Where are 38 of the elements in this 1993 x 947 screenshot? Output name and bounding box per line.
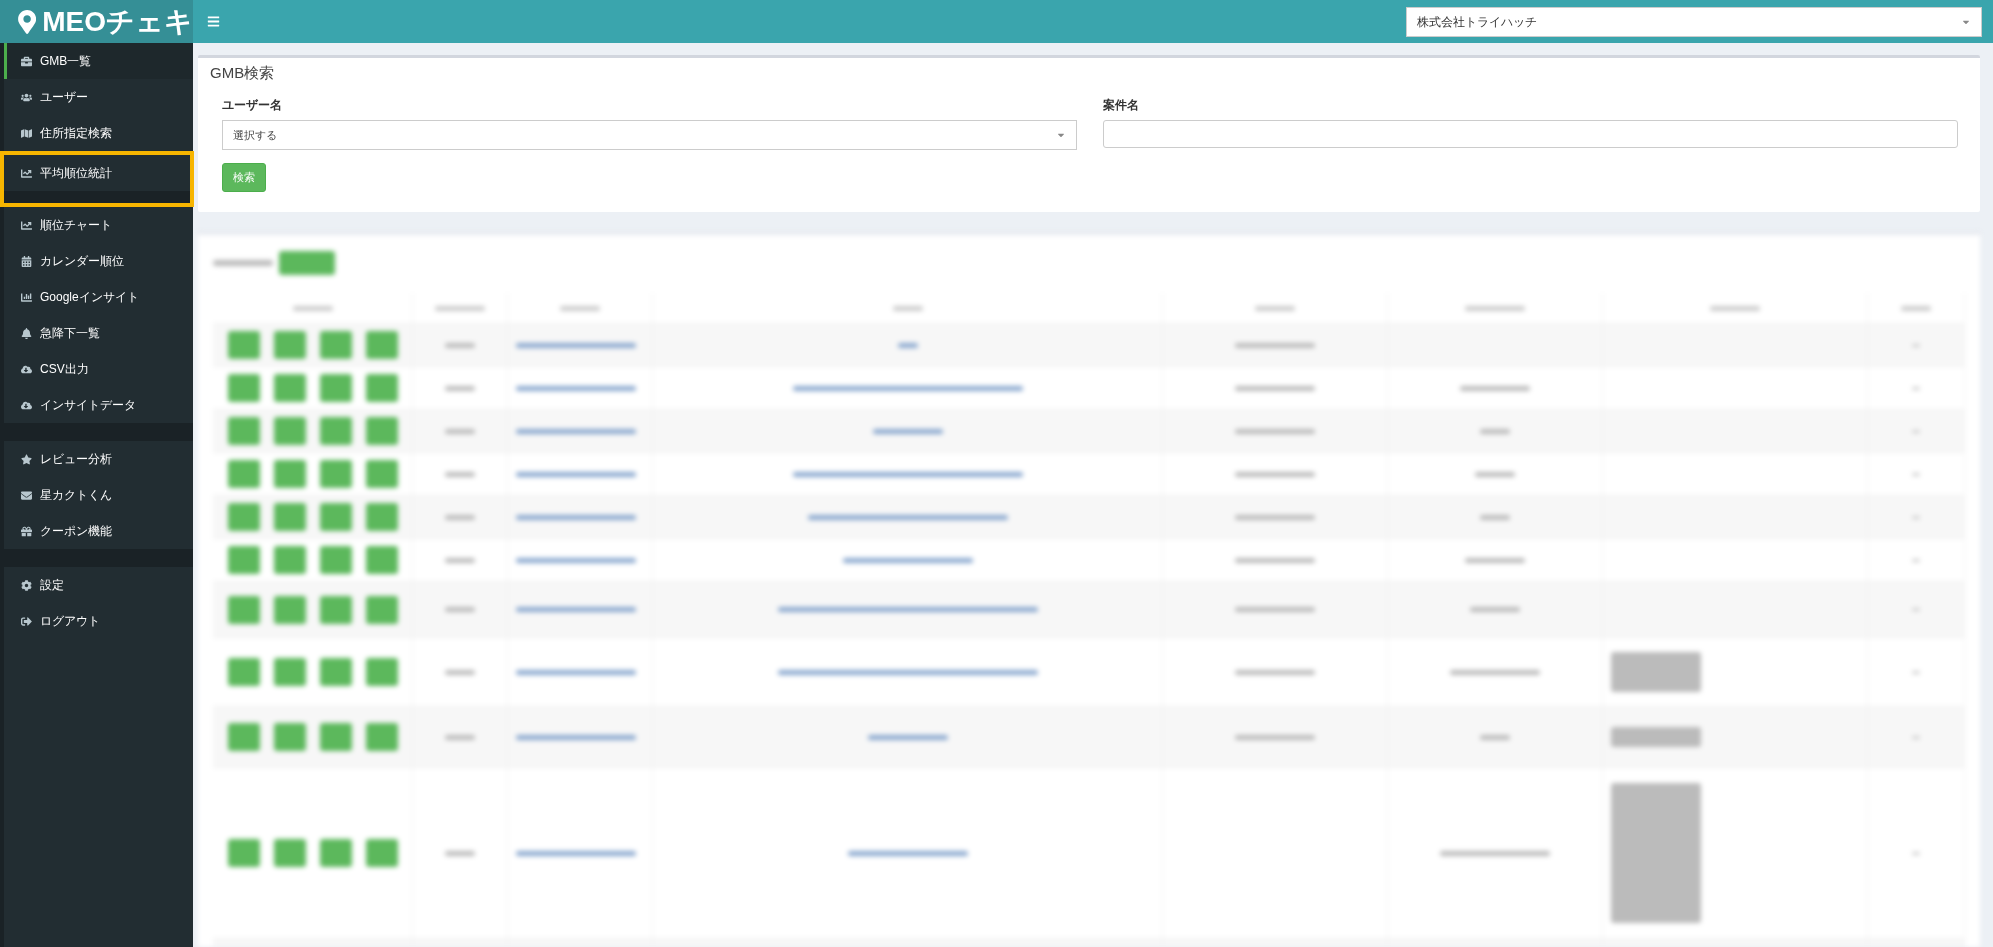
envelope-icon (21, 489, 32, 501)
sidebar-item[interactable]: GMB一覧 (4, 43, 193, 79)
field-label: 案件名 (1103, 97, 1140, 114)
settings-icon (21, 579, 32, 591)
sidebar-item[interactable]: クーポン機能 (4, 513, 193, 549)
bar-chart-icon (21, 291, 32, 303)
sidebar-item[interactable]: レビュー分析 (4, 441, 193, 477)
users-icon (21, 91, 32, 103)
sidebar-item[interactable]: カレンダー順位 (4, 243, 193, 279)
map-pin-icon (18, 9, 37, 34)
sidebar-item[interactable]: 平均順位統計 (4, 155, 190, 191)
sidebar-item[interactable]: Googleインサイト (4, 279, 193, 315)
sidebar-item[interactable]: 設定 (4, 567, 193, 603)
sidebar-item[interactable]: インサイトデータ (4, 387, 193, 423)
briefcase-icon (21, 55, 32, 67)
company-select[interactable]: 株式会社トライハッチ (1406, 7, 1982, 37)
sidebar-item[interactable]: 星カクトくん (4, 477, 193, 513)
gift-icon (21, 525, 32, 537)
sidebar-item[interactable]: CSV出力 (4, 351, 193, 387)
star-icon (21, 453, 32, 465)
sidebar-item[interactable]: ログアウト (4, 603, 193, 639)
sidebar-item[interactable]: 急降下一覧 (4, 315, 193, 351)
menu-icon[interactable] (207, 15, 220, 28)
map-icon (21, 127, 32, 139)
calendar-icon (21, 255, 32, 267)
panel-title: GMB検索 (210, 64, 276, 83)
sign-out-icon (21, 615, 32, 627)
line-chart-icon (21, 167, 32, 179)
input-field[interactable] (1103, 120, 1958, 148)
cloud-download-icon (21, 363, 32, 375)
bell-icon (21, 327, 32, 339)
cloud-download-icon (21, 399, 32, 411)
sidebar-item[interactable]: ユーザー (4, 79, 193, 115)
sidebar-item[interactable]: 住所指定検索 (4, 115, 193, 151)
sidebar-item[interactable]: 順位チャート (4, 207, 193, 243)
select-field[interactable]: 選択する (222, 120, 1077, 150)
field-label: ユーザー名 (222, 97, 283, 114)
line-chart-icon (21, 219, 32, 231)
